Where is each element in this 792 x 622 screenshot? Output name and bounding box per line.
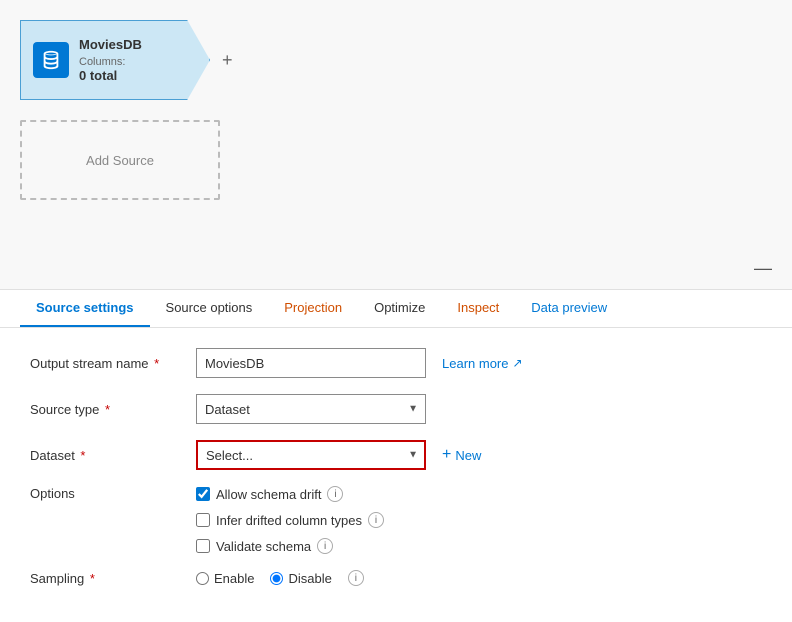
options-row: Options Allow schema drift i Infer drift… [30, 486, 762, 554]
dataset-label: Dataset * [30, 448, 180, 463]
node-icon [33, 42, 69, 78]
dataset-select[interactable]: Select... [196, 440, 426, 470]
sampling-label: Sampling * [30, 571, 180, 586]
learn-more-link[interactable]: Learn more ↗ [442, 356, 523, 371]
output-stream-label: Output stream name * [30, 356, 180, 371]
node-info: MoviesDB Columns: 0 total [79, 37, 142, 83]
sampling-disable-radio[interactable] [270, 572, 283, 585]
source-type-select[interactable]: Dataset Inline [196, 394, 426, 424]
add-source-box[interactable]: Add Source [20, 120, 220, 200]
plus-icon: + [442, 446, 451, 464]
movies-db-node[interactable]: MoviesDB Columns: 0 total [20, 20, 210, 100]
tabs-container: Source settings Source options Projectio… [0, 290, 792, 328]
sampling-enable-label[interactable]: Enable [196, 571, 254, 586]
allow-schema-drift-info-icon[interactable]: i [327, 486, 343, 502]
external-link-icon: ↗ [512, 356, 522, 370]
source-type-control: Dataset Inline ▼ [196, 394, 762, 424]
tab-source-settings[interactable]: Source settings [20, 290, 150, 327]
output-stream-row: Output stream name * Learn more ↗ [30, 348, 762, 378]
node-title: MoviesDB [79, 37, 142, 52]
node-columns-count: 0 total [79, 68, 142, 83]
tab-inspect[interactable]: Inspect [441, 290, 515, 327]
infer-drifted-info-icon[interactable]: i [368, 512, 384, 528]
sampling-disable-label[interactable]: Disable [270, 571, 331, 586]
new-dataset-button[interactable]: + New [442, 446, 481, 464]
dataset-control: Select... ▼ + New [196, 440, 762, 470]
canvas-area: MoviesDB Columns: 0 total + Add Source — [0, 0, 792, 290]
sampling-info-icon[interactable]: i [348, 570, 364, 586]
dataset-row: Dataset * Select... ▼ + New [30, 440, 762, 470]
node-columns-label: Columns: [79, 56, 142, 68]
allow-schema-drift-checkbox[interactable] [196, 487, 210, 501]
allow-schema-drift-row: Allow schema drift i [196, 486, 384, 502]
sampling-enable-radio[interactable] [196, 572, 209, 585]
minimize-button[interactable]: — [754, 259, 772, 277]
tab-data-preview[interactable]: Data preview [515, 290, 623, 327]
add-connection-icon[interactable]: + [222, 50, 233, 71]
tab-projection[interactable]: Projection [268, 290, 358, 327]
source-type-row: Source type * Dataset Inline ▼ [30, 394, 762, 424]
sampling-row: Sampling * Enable Disable i [30, 570, 762, 586]
form-area: Output stream name * Learn more ↗ Source… [0, 328, 792, 622]
source-type-label: Source type * [30, 402, 180, 417]
options-col: Allow schema drift i Infer drifted colum… [196, 486, 384, 554]
source-type-select-wrapper: Dataset Inline ▼ [196, 394, 426, 424]
db-icon [40, 49, 62, 71]
validate-schema-info-icon[interactable]: i [317, 538, 333, 554]
validate-schema-row: Validate schema i [196, 538, 384, 554]
infer-drifted-row: Infer drifted column types i [196, 512, 384, 528]
tab-source-options[interactable]: Source options [150, 290, 269, 327]
output-stream-control: Learn more ↗ [196, 348, 762, 378]
sampling-control: Enable Disable i [196, 570, 762, 586]
output-stream-input[interactable] [196, 348, 426, 378]
tab-optimize[interactable]: Optimize [358, 290, 441, 327]
add-source-label: Add Source [86, 153, 154, 168]
node-container: MoviesDB Columns: 0 total + [20, 20, 772, 100]
options-label: Options [30, 486, 180, 501]
validate-schema-checkbox[interactable] [196, 539, 210, 553]
dataset-select-wrapper: Select... ▼ [196, 440, 426, 470]
tabs-list: Source settings Source options Projectio… [20, 290, 772, 327]
sampling-radio-group: Enable Disable i [196, 570, 364, 586]
infer-drifted-checkbox[interactable] [196, 513, 210, 527]
